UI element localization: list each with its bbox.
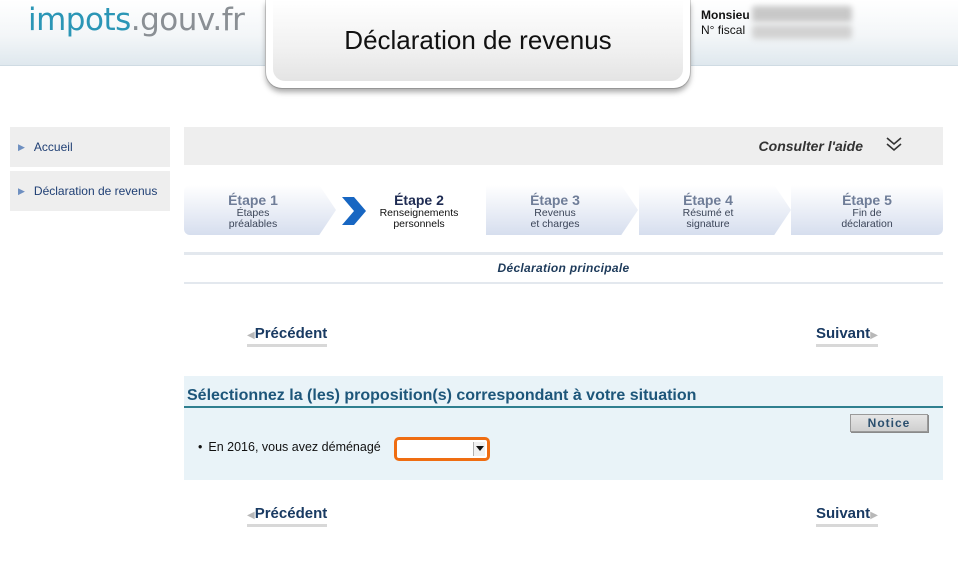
step-3: Étape 3 Revenus et charges	[486, 185, 638, 235]
previous-label: Précédent	[254, 505, 328, 522]
moved-question-label: En 2016, vous avez déménagé	[208, 440, 381, 454]
step-subtitle-line2: préalables	[228, 218, 278, 230]
redacted-fiscal-number	[752, 25, 852, 39]
step-subtitle-line2: personnels	[393, 218, 445, 230]
previous-label: Précédent	[254, 325, 328, 342]
sidebar-item-label: Accueil	[33, 140, 73, 154]
current-step-chevron-icon	[342, 197, 366, 225]
logo-text-secondary: .gouv.fr	[130, 2, 245, 38]
step-title: Étape 2	[394, 192, 444, 208]
fiscal-number-label: N° fiscal	[701, 23, 746, 37]
triangle-left-icon: ◀	[247, 510, 255, 521]
step-title: Étape 3	[530, 192, 580, 208]
triangle-left-icon: ◀	[247, 330, 255, 341]
next-label: Suivant	[816, 505, 871, 522]
next-button-top[interactable]: Suivant▶	[816, 325, 878, 347]
site-logo[interactable]: impots.gouv.fr	[28, 2, 245, 38]
moved-select[interactable]	[394, 437, 490, 461]
logo-text-primary: impots	[28, 2, 131, 38]
notice-button[interactable]: Notice	[850, 414, 928, 432]
next-button-bottom[interactable]: Suivant▶	[816, 505, 878, 527]
double-chevron-down-icon[interactable]	[885, 135, 903, 153]
user-salutation: Monsieu	[701, 8, 750, 22]
user-info: Monsieu N° fiscal	[701, 8, 750, 38]
previous-button-bottom[interactable]: ◀Précédent	[247, 505, 328, 527]
step-1: Étape 1 Étapes préalables	[184, 185, 336, 235]
previous-button-top[interactable]: ◀Précédent	[247, 325, 328, 347]
sidebar-item-accueil[interactable]: ▶ Accueil	[10, 127, 170, 167]
help-bar: Consulter l'aide	[184, 127, 943, 165]
next-label: Suivant	[816, 325, 871, 342]
step-5: Étape 5 Fin de déclaration	[791, 185, 943, 235]
triangle-right-icon: ▶	[870, 510, 878, 521]
page-title-inner: Déclaration de revenus	[273, 0, 683, 81]
step-title: Étape 5	[842, 192, 892, 208]
sidebar-item-declaration[interactable]: ▶ Déclaration de revenus	[10, 171, 170, 211]
declaration-principale-header: Déclaration principale	[184, 252, 943, 284]
step-title: Étape 4	[683, 192, 733, 208]
triangle-right-icon: ▶	[18, 185, 25, 196]
consulter-aide-link[interactable]: Consulter l'aide	[759, 138, 863, 154]
triangle-right-icon: ▶	[18, 141, 25, 152]
step-title: Étape 1	[228, 192, 278, 208]
page-title-card: Déclaration de revenus	[266, 0, 690, 88]
redacted-user-name	[752, 6, 852, 22]
step-subtitle-line2: signature	[686, 218, 730, 230]
page-title: Déclaration de revenus	[344, 25, 612, 55]
sidebar-item-label: Déclaration de revenus	[33, 184, 158, 198]
moved-question: • En 2016, vous avez déménagé	[198, 440, 381, 454]
step-subtitle-line2: déclaration	[841, 218, 893, 230]
step-subtitle-line2: et charges	[530, 218, 580, 230]
panel-title: Sélectionnez la (les) proposition(s) cor…	[184, 376, 943, 408]
bullet-icon: •	[198, 440, 203, 454]
dropdown-arrow-icon[interactable]	[473, 442, 485, 456]
situation-panel: Sélectionnez la (les) proposition(s) cor…	[184, 376, 943, 480]
step-4: Étape 4 Résumé et signature	[639, 185, 791, 235]
triangle-right-icon: ▶	[870, 330, 878, 341]
